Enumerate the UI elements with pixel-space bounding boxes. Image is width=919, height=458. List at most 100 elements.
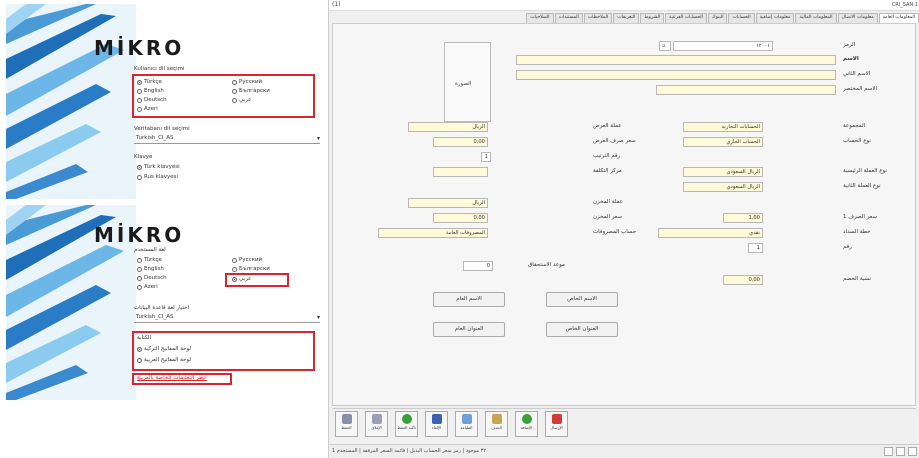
tab-terms[interactable]: الشروط bbox=[640, 13, 665, 23]
payment-plan-label: خطة السداد bbox=[843, 229, 871, 235]
due-date-label: موعد الاستحقاق bbox=[528, 262, 565, 268]
account-type-label: نوع الحساب bbox=[843, 138, 871, 144]
tab-extra[interactable]: معلومات إضافية bbox=[755, 13, 795, 23]
stock-currency-input[interactable]: الريال bbox=[408, 198, 488, 208]
account-form: الرمز ▫ ١٢٠٠١ الاسم ▫ الاسم الثاني الاسم… bbox=[332, 23, 916, 406]
private-name-button[interactable]: الاسم الخاص bbox=[546, 292, 618, 307]
report-rate-input[interactable]: 0,00 bbox=[433, 137, 488, 147]
radio-bulgarian[interactable]: Български bbox=[232, 88, 270, 94]
user-language-label: لغة المستخدم bbox=[134, 247, 166, 253]
chevron-down-icon: ▾ bbox=[316, 314, 320, 321]
radio-arabic-keyboard[interactable]: لوحة المفاتيح العربية bbox=[137, 357, 191, 363]
radio-turkish[interactable]: Türkçe bbox=[137, 79, 162, 85]
photo-box[interactable]: الصورة bbox=[444, 42, 491, 122]
account-type-select[interactable]: الحساب الجاري bbox=[683, 137, 763, 147]
window-titlebar: (1) CRI_SAN:1 bbox=[329, 0, 919, 11]
db-collation-select[interactable]: Turkish_CI_AS ▾ bbox=[134, 135, 320, 144]
tab-general[interactable]: المعلومات العامة bbox=[878, 13, 919, 23]
folder-icon bbox=[491, 414, 502, 424]
code-lookup-button[interactable]: ▫ bbox=[659, 41, 671, 51]
code-label: الرمز bbox=[843, 42, 856, 48]
account-window: (1) CRI_SAN:1 المعلومات العامة معلومات ا… bbox=[328, 0, 919, 458]
name-input[interactable] bbox=[516, 55, 836, 65]
tab-permissions[interactable]: الصلاحيات bbox=[526, 13, 554, 23]
group-label: المجموعة bbox=[843, 123, 866, 129]
radio-deutsch[interactable]: Deutsch bbox=[137, 275, 167, 281]
order-label: رقم الترتيب bbox=[593, 153, 621, 159]
radio-english[interactable]: English bbox=[137, 266, 164, 272]
exchange1-input[interactable]: 1,00 bbox=[723, 213, 763, 223]
window-title: CRI_SAN:1 bbox=[891, 2, 918, 8]
order-input[interactable]: 1 bbox=[481, 152, 491, 162]
login-panel-turkish: MİKRO Kullanıcı dil seçimi Türkçe Englis… bbox=[6, 4, 322, 199]
number-input[interactable]: 1 bbox=[748, 243, 763, 253]
second-name-input[interactable] bbox=[516, 70, 836, 80]
general-address-button[interactable]: العنوان العام bbox=[433, 322, 505, 337]
tab-subaccounts[interactable]: الحسابات الفرعية bbox=[665, 13, 707, 23]
radio-turkish-keyboard[interactable]: Türk klavyesi bbox=[137, 164, 180, 170]
radio-arabic[interactable]: عربي bbox=[232, 97, 251, 103]
due-date-input[interactable]: 0 bbox=[463, 261, 493, 271]
currency2-select[interactable]: الريال السعودي bbox=[683, 182, 763, 192]
toolbar-send-button[interactable]: الإرسال bbox=[545, 411, 568, 437]
db-language-label: Veritabanı dil seçimi bbox=[134, 126, 190, 132]
radio-russian[interactable]: Русский bbox=[232, 257, 262, 263]
tab-financial[interactable]: المعلومات المالية bbox=[795, 13, 837, 23]
stock-rate-label: سعر المخزن bbox=[593, 214, 623, 220]
exchange1-label: سعر الصرف 1 bbox=[843, 214, 878, 220]
radio-bulgarian[interactable]: Български bbox=[232, 266, 270, 272]
short-name-label: الاسم المختصر bbox=[843, 86, 878, 92]
tab-banks[interactable]: البنوك bbox=[707, 13, 728, 23]
expense-account-input[interactable]: المصروفات العامة bbox=[378, 228, 488, 238]
private-address-button[interactable]: العنوان الخاص bbox=[546, 322, 618, 337]
group-input[interactable]: الحسابات التجارية bbox=[683, 122, 763, 132]
toolbar-cancel-button[interactable]: الإلغاء bbox=[425, 411, 448, 437]
radio-russian[interactable]: Русский bbox=[232, 79, 262, 85]
currency1-label: نوع العملة الرئيسية bbox=[843, 168, 887, 174]
arabic-help-link[interactable]: انظر التعليمات الخاصة بالعربية bbox=[137, 375, 207, 381]
print-icon bbox=[461, 414, 472, 424]
radio-deutsch[interactable]: Deutsch bbox=[137, 97, 167, 103]
toolbar-delete-button[interactable]: الحذف bbox=[485, 411, 508, 437]
radio-azeri[interactable]: Azeri bbox=[137, 284, 158, 290]
toolbar-save-button[interactable]: الحفظ bbox=[335, 411, 358, 437]
stock-rate-input[interactable]: 0,00 bbox=[433, 213, 488, 223]
window-code-mark: (1) bbox=[332, 1, 341, 8]
radio-russian-keyboard[interactable]: Rus klavyesi bbox=[137, 174, 178, 180]
toolbar-add-button[interactable]: الإضافة bbox=[515, 411, 538, 437]
mikro-logo: MİKRO bbox=[94, 223, 185, 247]
radio-arabic[interactable]: عربي bbox=[232, 276, 251, 282]
toolbar-confirm-button[interactable]: تأكيد الحفظ bbox=[395, 411, 418, 437]
short-name-input[interactable] bbox=[656, 85, 836, 95]
tab-contact[interactable]: معلومات الاتصال bbox=[837, 13, 878, 23]
cost-center-input[interactable] bbox=[433, 167, 488, 177]
save-icon bbox=[341, 414, 352, 424]
x-icon bbox=[551, 414, 562, 424]
status-square-3 bbox=[908, 447, 917, 456]
code-input[interactable]: ١٢٠٠١ bbox=[673, 41, 773, 51]
payment-plan-select[interactable]: نقدي bbox=[658, 228, 763, 238]
currency1-select[interactable]: الريال السعودي bbox=[683, 167, 763, 177]
radio-turkish[interactable]: Türkçe bbox=[137, 257, 162, 263]
tab-notes[interactable]: الملاحظات bbox=[583, 13, 613, 23]
tab-documents[interactable]: المستندات bbox=[554, 13, 583, 23]
discount-label: نسبة الخصم bbox=[843, 276, 871, 282]
close-doc-icon bbox=[371, 414, 382, 424]
tab-accounts[interactable]: الحسابات bbox=[728, 13, 755, 23]
tab-definitions[interactable]: التعريفات bbox=[613, 13, 640, 23]
status-text: ٣٢ موجود | رمز سعر الحساب البديل | قائمة… bbox=[332, 448, 487, 454]
bottom-toolbar: الحفظ الإغلاق تأكيد الحفظ الإلغاء الطباع… bbox=[332, 408, 916, 438]
add-icon bbox=[521, 414, 532, 424]
general-name-button[interactable]: الاسم العام bbox=[433, 292, 505, 307]
status-square-1 bbox=[884, 447, 893, 456]
db-collation-select[interactable]: Turkish_CI_AS ▾ bbox=[134, 314, 320, 323]
radio-azeri[interactable]: Azeri bbox=[137, 106, 158, 112]
toolbar-close-button[interactable]: الإغلاق bbox=[365, 411, 388, 437]
radio-english[interactable]: English bbox=[137, 88, 164, 94]
toolbar-print-button[interactable]: الطباعة bbox=[455, 411, 478, 437]
expense-account-label: حساب المصروفات bbox=[593, 229, 637, 235]
brand-stripes-graphic bbox=[6, 4, 136, 199]
radio-turkish-keyboard[interactable]: لوحة المفاتيح التركية bbox=[137, 346, 191, 352]
discount-input[interactable]: 0,00 bbox=[723, 275, 763, 285]
report-currency-input[interactable]: الريال bbox=[408, 122, 488, 132]
